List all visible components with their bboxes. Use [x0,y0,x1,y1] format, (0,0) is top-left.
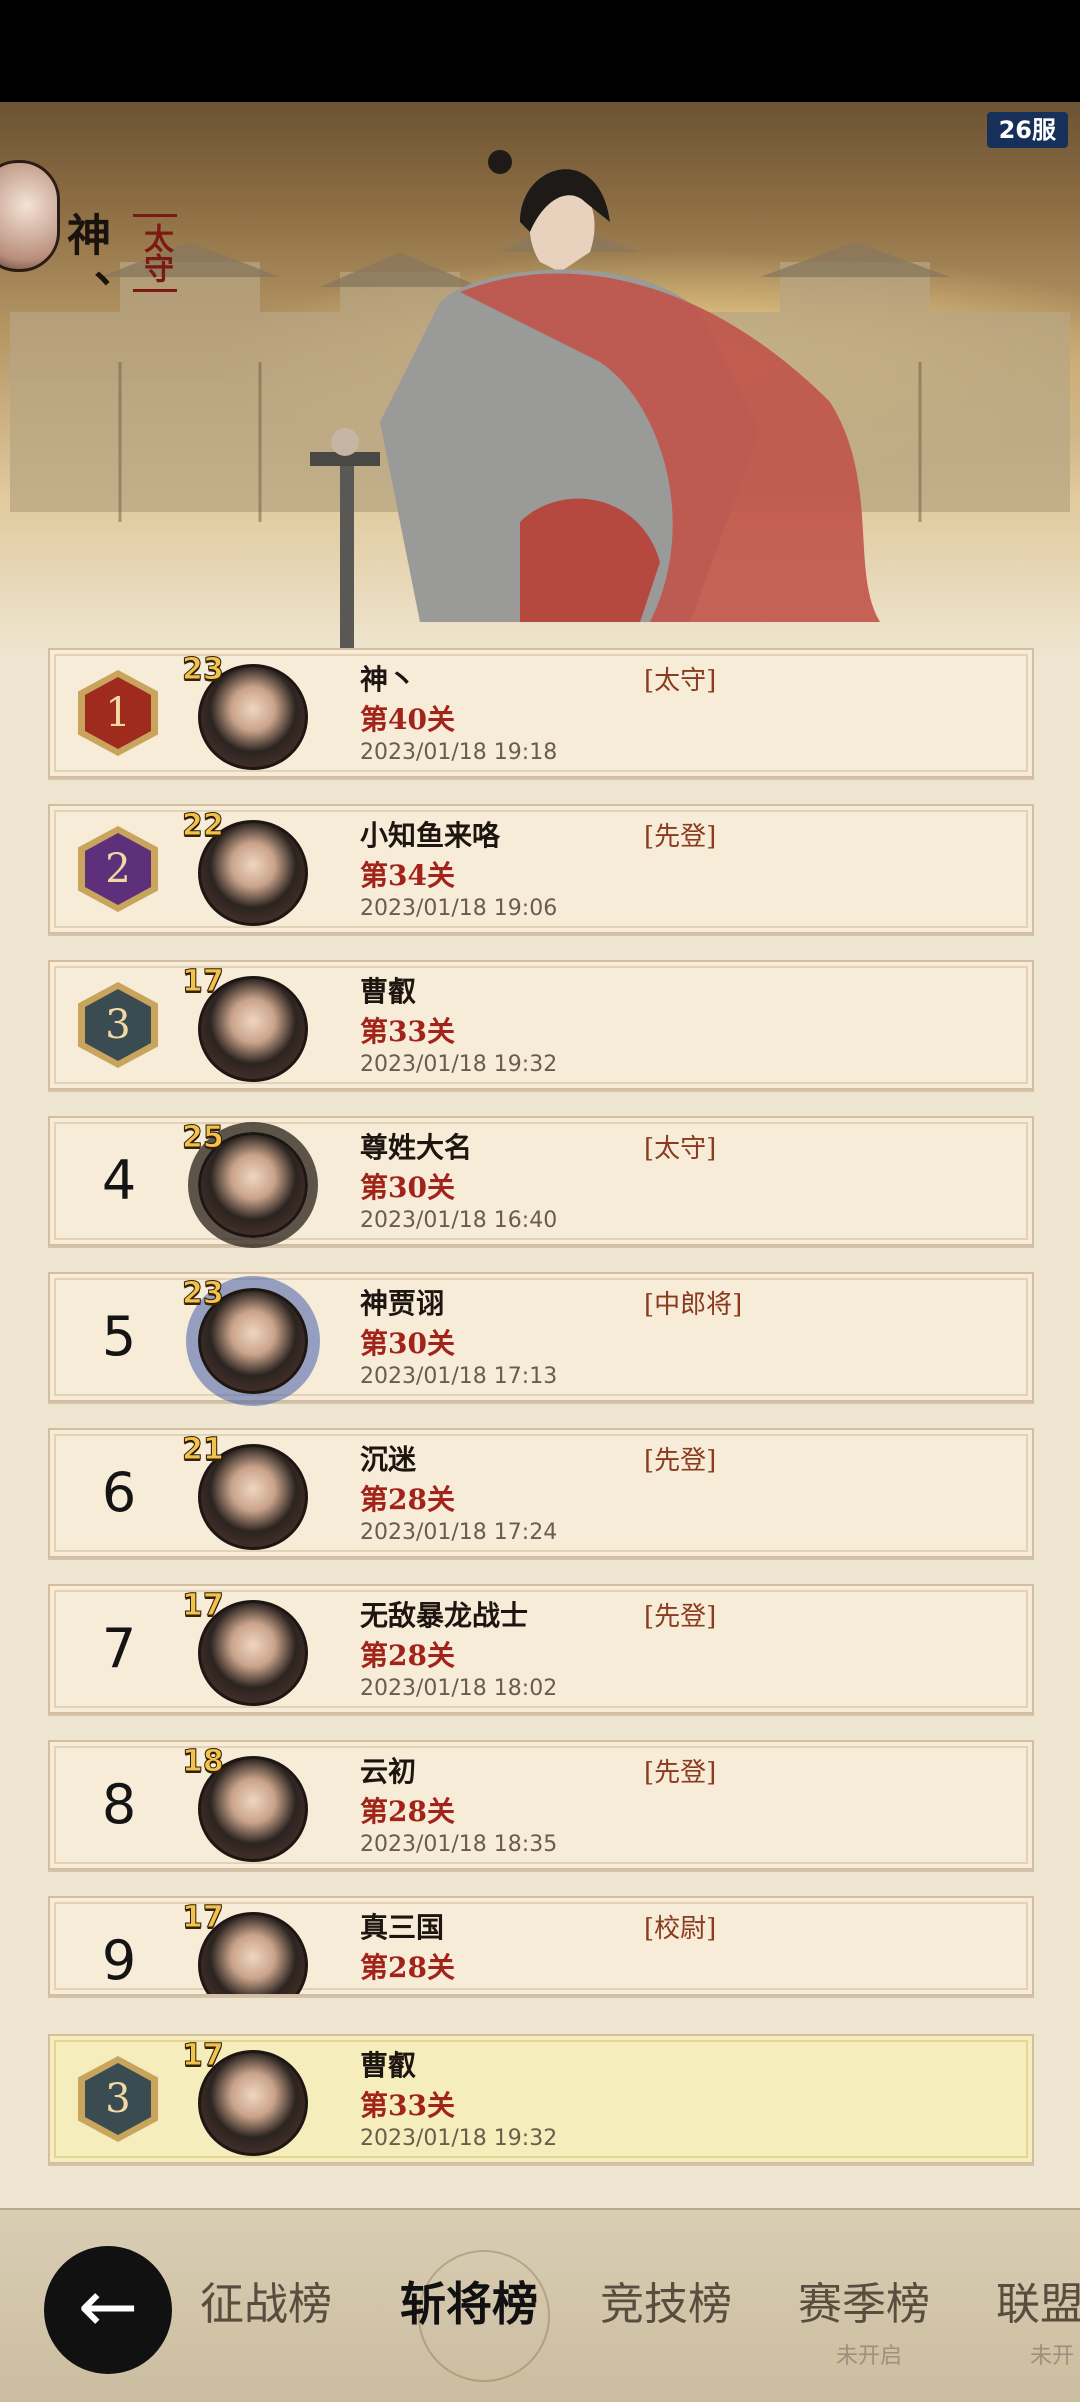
table-row[interactable]: 7 17 无敌暴龙战士 第28关 2023/01/18 18:02 [先登] [48,1584,1034,1714]
status-bar [0,0,1080,102]
tab-arena[interactable]: 竞技榜 [600,2268,732,2332]
top-player-name: 神、 [59,212,110,328]
server-badge[interactable]: 26服 [986,112,1068,148]
stage-reached: 第33关 [360,2089,455,2122]
rank-medal-gold: 1 [78,670,158,756]
warrior-figure [310,150,880,662]
tab-general-slaying[interactable]: 斩将榜 [400,2268,538,2334]
rank-medal-bronze: 3 [78,982,158,1068]
back-button[interactable]: ← [44,2246,172,2374]
tab-alliance[interactable]: 联盟 [996,2268,1080,2332]
hero-banner [0,102,1080,662]
rank-number: 1 [85,677,151,749]
player-level: 17 [182,1588,225,1624]
table-row[interactable]: 9 17 真三国 第28关 [校尉] [48,1896,1034,1996]
record-time: 2023/01/18 18:02 [360,1676,558,1701]
stage-reached: 第28关 [360,1483,455,1516]
player-name: 无敌暴龙战士 [360,1599,529,1632]
top-player-avatar[interactable] [0,160,60,272]
stage-reached: 第28关 [360,1795,455,1828]
rank-number: 3 [85,2063,151,2135]
player-rank-title: [先登] [644,1446,717,1476]
player-level: 23 [182,1276,225,1312]
rank-medal-purple: 2 [78,826,158,912]
stage-reached: 第33关 [360,1015,455,1048]
record-time: 2023/01/18 19:06 [360,896,558,921]
my-rank-row[interactable]: 3 17 曹叡 第33关 2023/01/18 19:32 [48,2034,1034,2164]
player-name: 曹叡 [360,2049,417,2082]
tab-campaign[interactable]: 征战榜 [200,2268,332,2332]
table-row[interactable]: 4 25 尊姓大名 第30关 2023/01/18 16:40 [太守] [48,1116,1034,1246]
table-row[interactable]: 3 17 曹叡 第33关 2023/01/18 19:32 [48,960,1034,1090]
bottom-nav: ← 征战榜 斩将榜 竞技榜 赛季榜 未开启 联盟 未开 [0,2208,1080,2402]
player-level: 18 [182,1744,225,1780]
player-name: 尊姓大名 [360,1131,473,1164]
rank-number: 7 [101,1617,137,1680]
record-time: 2023/01/18 19:18 [360,740,558,765]
player-name: 小知鱼来咯 [360,819,501,852]
table-row[interactable]: 6 21 沉迷 第28关 2023/01/18 17:24 [先登] [48,1428,1034,1558]
rank-number: 3 [85,989,151,1061]
table-row[interactable]: 2 22 小知鱼来咯 第34关 2023/01/18 19:06 [先登] [48,804,1034,934]
record-time: 2023/01/18 17:13 [360,1364,558,1389]
player-name: 真三国 [360,1911,445,1944]
player-name: 云初 [360,1755,417,1788]
player-name: 神贾诩 [360,1287,445,1320]
player-rank-title: [先登] [644,1602,717,1632]
stage-reached: 第40关 [360,703,455,736]
stage-reached: 第28关 [360,1951,455,1984]
table-row[interactable]: 5 23 神贾诩 第30关 2023/01/18 17:13 [中郎将] [48,1272,1034,1402]
record-time: 2023/01/18 16:40 [360,1208,558,1233]
player-level: 17 [182,2038,225,2074]
player-level: 17 [182,1900,225,1936]
player-name: 曹叡 [360,975,417,1008]
rank-medal-bronze: 3 [78,2056,158,2142]
arrow-left-icon: ← [77,2264,139,2348]
rank-number: 9 [101,1929,137,1992]
player-level: 23 [182,652,225,688]
stage-reached: 第28关 [360,1639,455,1672]
table-row[interactable]: 8 18 云初 第28关 2023/01/18 18:35 [先登] [48,1740,1034,1870]
rank-number: 4 [101,1149,137,1212]
player-level: 17 [182,964,225,1000]
stage-reached: 第34关 [360,859,455,892]
player-rank-title: [先登] [644,1758,717,1788]
player-level: 25 [182,1120,225,1156]
tab-season-status: 未开启 [836,2344,903,2369]
record-time: 2023/01/18 17:24 [360,1520,558,1545]
rank-number: 2 [85,833,151,905]
player-rank-title: [太守] [644,666,717,696]
stage-reached: 第30关 [360,1327,455,1360]
player-name: 神丶 [360,663,417,696]
record-time: 2023/01/18 19:32 [360,1052,558,1077]
player-rank-title: [太守] [644,1134,717,1164]
player-level: 21 [182,1432,225,1468]
rank-number: 5 [101,1305,137,1368]
player-rank-title: [中郎将] [644,1290,743,1320]
city-wall-illustration [10,150,1070,662]
player-rank-title: [校尉] [644,1914,717,1944]
stage-reached: 第30关 [360,1171,455,1204]
record-time: 2023/01/18 19:32 [360,2126,558,2151]
rank-number: 8 [101,1773,137,1836]
tab-season[interactable]: 赛季榜 [798,2268,930,2332]
rank-number: 6 [101,1461,137,1524]
table-row[interactable]: 1 23 神丶 第40关 2023/01/18 19:18 [太守] [48,648,1034,778]
tab-alliance-status: 未开 [1030,2344,1075,2369]
top-player-title: 太守 [133,214,177,292]
player-name: 沉迷 [360,1443,417,1476]
player-rank-title: [先登] [644,822,717,852]
record-time: 2023/01/18 18:35 [360,1832,558,1857]
player-level: 22 [182,808,225,844]
